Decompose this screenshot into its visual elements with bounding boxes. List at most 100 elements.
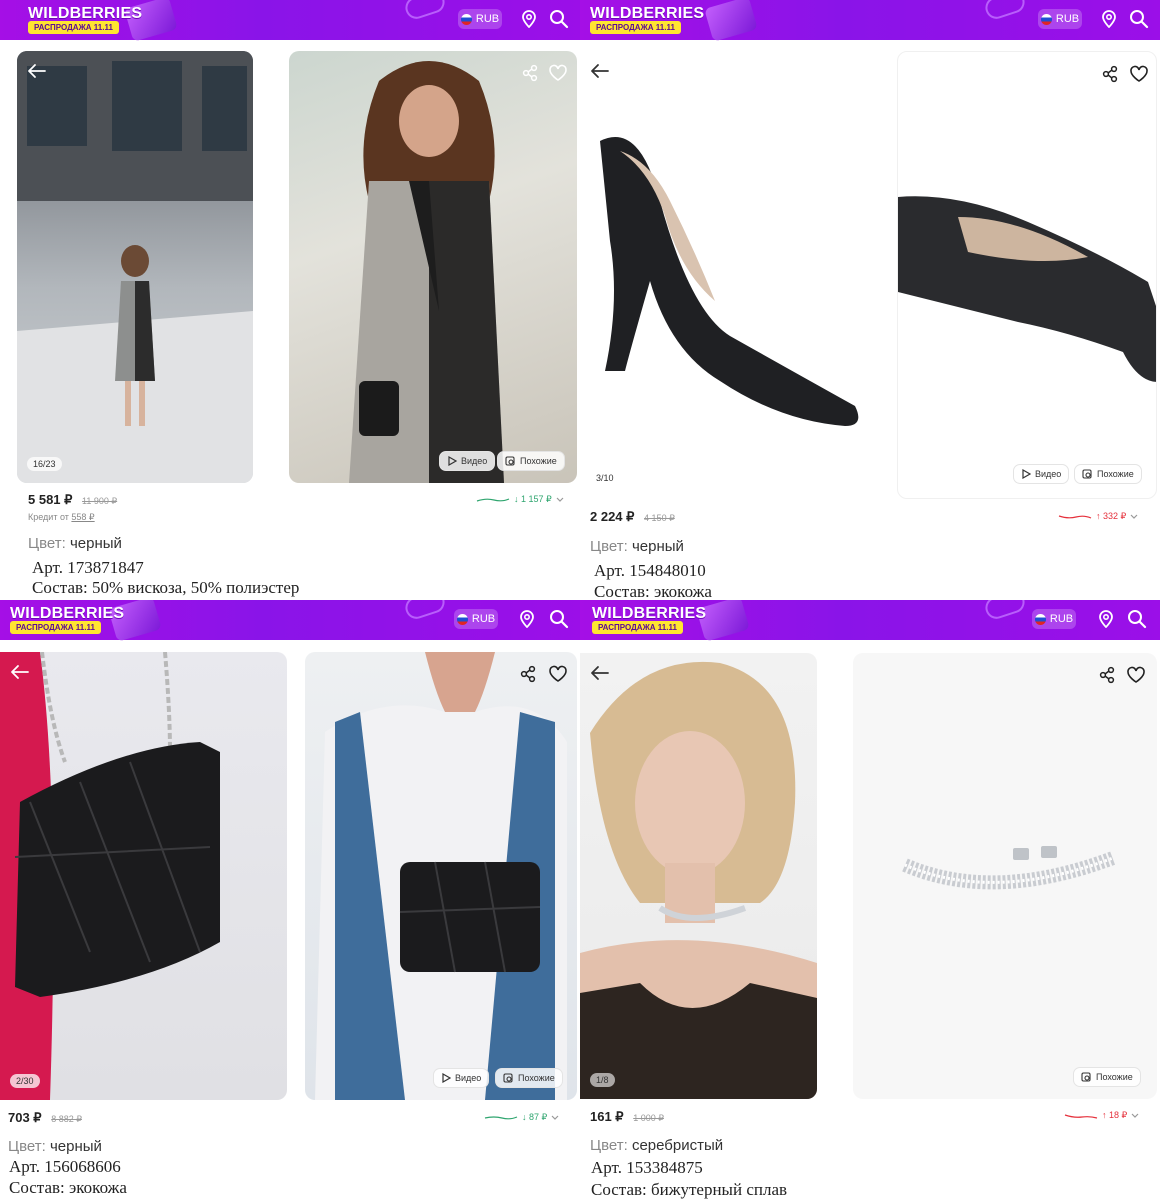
location-icon[interactable] [1098, 610, 1114, 628]
location-icon[interactable] [519, 610, 535, 628]
product-photo-main[interactable]: 16/23 [17, 51, 253, 483]
similar-button[interactable]: Похожие [495, 1068, 563, 1088]
back-arrow-icon[interactable] [590, 63, 610, 84]
currency-selector[interactable]: RUB [458, 9, 502, 29]
color-value: черный [631, 538, 684, 555]
favorite-heart-icon[interactable] [1129, 65, 1149, 88]
trend-value: ↓ 87 ₽ [522, 1112, 548, 1122]
product-photo-secondary[interactable]: Похожие [853, 653, 1157, 1099]
color-value: черный [69, 535, 122, 552]
chevron-down-icon [1131, 1113, 1139, 1118]
favorite-heart-icon[interactable] [548, 64, 568, 87]
price-row: 703 ₽ 8 882 ₽ [8, 1110, 82, 1126]
photo-illustration [315, 652, 567, 1100]
product-photo-main[interactable]: 2/30 [0, 652, 287, 1100]
location-icon[interactable] [521, 10, 537, 28]
product-photo-main[interactable]: 1/8 [580, 653, 817, 1099]
product-photo-secondary[interactable]: Видео Похожие [897, 51, 1157, 499]
composition: Состав: экокожа [594, 582, 712, 600]
color-value: серебристый [631, 1137, 724, 1154]
composition: Состав: экокожа [9, 1178, 127, 1197]
top-bar: WILDBERRIES РАСПРОДАЖА 11.11 RUB [580, 0, 1160, 42]
trend-line-icon [484, 1115, 518, 1119]
current-price: 703 ₽ [8, 1110, 42, 1125]
color-attribute: Цвет: черный [28, 535, 122, 552]
similar-label: Похожие [520, 456, 557, 466]
photo-illustration [580, 661, 817, 1099]
similar-button[interactable]: Похожие [1073, 1067, 1141, 1087]
flag-icon [1034, 613, 1046, 625]
price-trend[interactable]: ↓ 87 ₽ [484, 1112, 559, 1123]
play-icon [442, 1073, 451, 1083]
video-button[interactable]: Видео [439, 451, 496, 471]
top-bar: WILDBERRIES РАСПРОДАЖА 11.11 RUB [580, 600, 1160, 642]
photo-counter: 2/30 [10, 1074, 40, 1088]
favorite-heart-icon[interactable] [548, 665, 568, 688]
similar-label: Похожие [518, 1073, 555, 1083]
sale-badge: РАСПРОДАЖА 11.11 [592, 621, 683, 634]
top-bar: WILDBERRIES РАСПРОДАЖА 11.11 RUB [0, 600, 580, 642]
video-button[interactable]: Видео [1013, 464, 1070, 484]
currency-selector[interactable]: RUB [1032, 609, 1076, 629]
credit-value: 558 ₽ [71, 512, 95, 522]
product-photo-main[interactable]: 3/10 [580, 51, 879, 499]
current-price: 161 ₽ [590, 1109, 624, 1124]
currency-label: RUB [471, 613, 496, 625]
color-label: Цвет: [590, 538, 628, 555]
currency-label: RUB [1049, 613, 1074, 625]
article-number: Арт. 154848010 [594, 561, 706, 580]
similar-search-icon [505, 455, 515, 466]
old-price: 1 000 ₽ [633, 1113, 664, 1123]
flag-icon [1040, 13, 1052, 25]
share-icon[interactable] [1101, 65, 1119, 88]
old-price: 4 150 ₽ [644, 513, 675, 523]
trend-value: ↑ 18 ₽ [1102, 1110, 1128, 1120]
price-trend[interactable]: ↓ 1 157 ₽ [476, 494, 564, 505]
share-icon[interactable] [519, 665, 537, 688]
old-price: 8 882 ₽ [51, 1114, 82, 1124]
product-photo-secondary[interactable]: Видео Похожие [305, 652, 577, 1100]
video-label: Видео [1035, 469, 1062, 479]
photo-counter: 3/10 [590, 471, 620, 485]
back-arrow-icon[interactable] [590, 665, 610, 686]
article-number: Арт. 156068606 [9, 1157, 121, 1176]
color-value: черный [49, 1138, 102, 1155]
search-icon[interactable] [1129, 9, 1149, 29]
currency-selector[interactable]: RUB [454, 609, 498, 629]
search-icon[interactable] [549, 609, 569, 629]
composition: Состав: бижутерный сплав [591, 1180, 788, 1199]
composition: Состав: 50% вискоза, 50% полиэстер [32, 578, 300, 597]
photo-counter: 16/23 [27, 457, 62, 471]
favorite-heart-icon[interactable] [1126, 666, 1146, 689]
share-icon[interactable] [1098, 666, 1116, 689]
similar-search-icon [1081, 1071, 1091, 1082]
price-trend[interactable]: ↑ 332 ₽ [1058, 511, 1138, 522]
similar-button[interactable]: Похожие [1074, 464, 1142, 484]
price-trend[interactable]: ↑ 18 ₽ [1064, 1110, 1139, 1121]
currency-selector[interactable]: RUB [1038, 9, 1082, 29]
color-label: Цвет: [8, 1138, 46, 1155]
promo-decoration [704, 0, 758, 42]
photo-illustration [0, 652, 220, 1100]
similar-search-icon [503, 1072, 513, 1083]
product-photo-secondary[interactable]: Видео Похожие [289, 51, 577, 483]
trend-value: ↓ 1 157 ₽ [514, 494, 552, 504]
share-icon[interactable] [521, 64, 539, 87]
trend-value: ↑ 332 ₽ [1096, 511, 1127, 521]
search-icon[interactable] [1127, 609, 1147, 629]
color-attribute: Цвет: черный [8, 1138, 102, 1155]
photo-illustration [898, 196, 1156, 382]
video-button[interactable]: Видео [433, 1068, 490, 1088]
back-arrow-icon[interactable] [27, 63, 47, 84]
sale-badge: РАСПРОДАЖА 11.11 [10, 621, 101, 634]
play-icon [1022, 469, 1031, 479]
currency-label: RUB [475, 13, 500, 25]
search-icon[interactable] [549, 9, 569, 29]
location-icon[interactable] [1101, 10, 1117, 28]
credit-info[interactable]: Кредит от 558 ₽ [28, 512, 95, 523]
similar-button[interactable]: Похожие [497, 451, 565, 471]
back-arrow-icon[interactable] [10, 664, 30, 685]
old-price: 11 900 ₽ [82, 496, 118, 506]
color-label: Цвет: [590, 1137, 628, 1154]
similar-label: Похожие [1096, 1072, 1133, 1082]
